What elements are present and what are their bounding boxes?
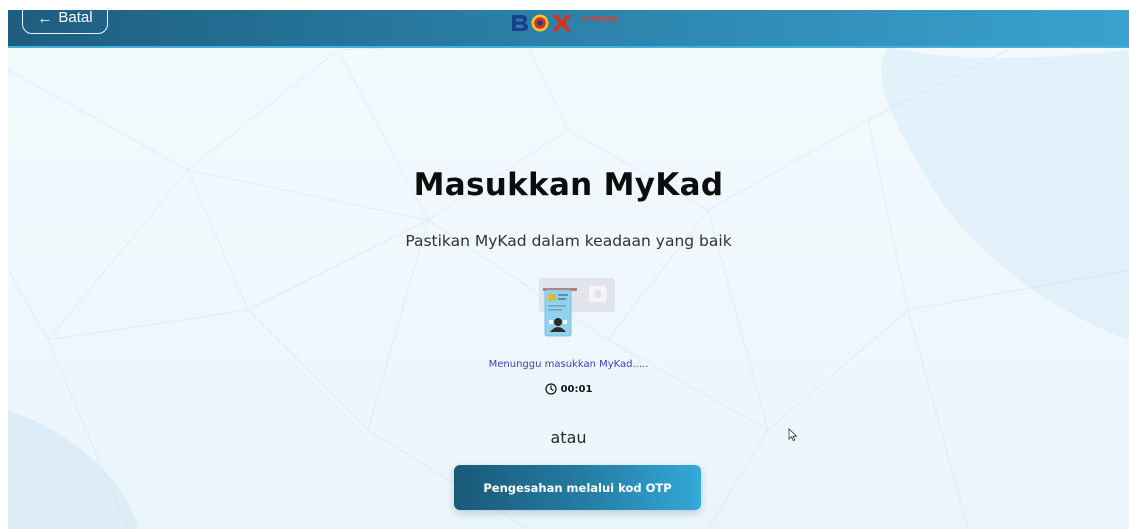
mykad-insert-icon [539,278,615,337]
otp-verification-button[interactable]: Pengesahan melalui kod OTP [454,465,701,510]
back-button-label: Batal [58,10,93,26]
page-title: Masukkan MyKad [413,167,724,203]
back-arrow-icon: ← [37,10,53,27]
kiosk-screen: ← Batal PPTCWP Masukkan MyKad Pastikan M… [8,10,1129,529]
background-pattern [8,45,1129,529]
countdown-timer: 00:01 [8,383,1129,395]
box-logo-icon [512,14,572,32]
app-logo: PPTCWP [510,11,618,35]
page-subtitle: Pastikan MyKad dalam keadaan yang baik [405,232,732,250]
timer-value: 00:01 [560,383,593,395]
mouse-cursor-icon [788,428,798,442]
status-message: Menunggu masukkan MyKad..... [488,359,649,370]
back-button[interactable]: ← Batal [22,10,108,34]
separator-text: atau [550,428,587,447]
header-bar: ← Batal PPTCWP [8,10,1129,48]
clock-icon [544,383,557,395]
logo-subtitle: PPTCWP [583,14,619,24]
otp-button-label: Pengesahan melalui kod OTP [483,480,672,495]
